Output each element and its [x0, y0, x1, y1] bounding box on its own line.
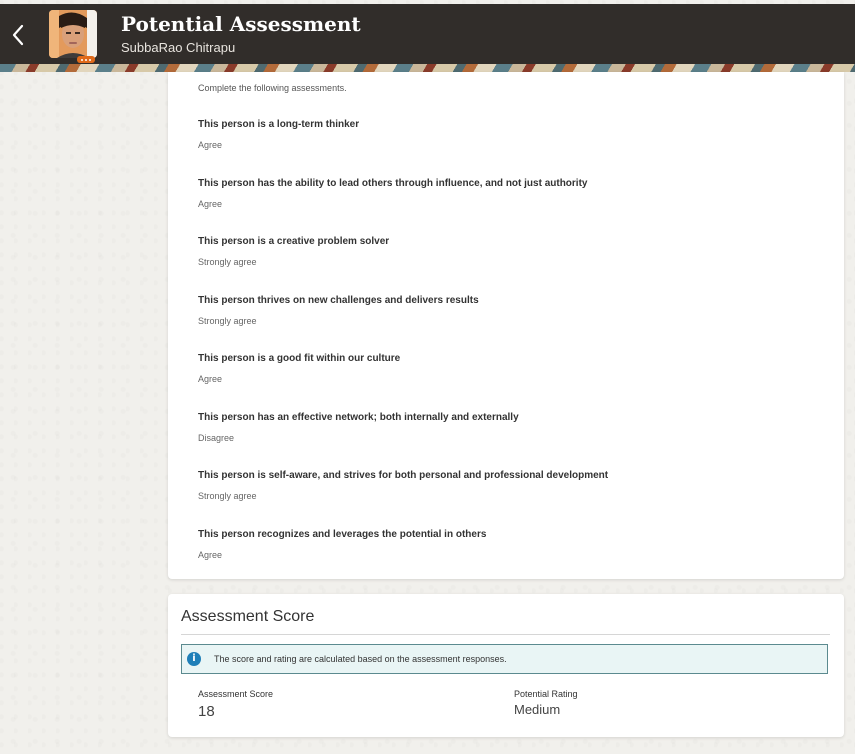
assessment-score-value: 18: [198, 703, 215, 720]
potential-rating-label: Potential Rating: [514, 689, 578, 699]
question-answer[interactable]: Agree: [198, 550, 486, 560]
potential-rating-value: Medium: [514, 702, 561, 717]
question-item: This person has an effective network; bo…: [198, 412, 519, 443]
question-answer[interactable]: Disagree: [198, 433, 519, 443]
question-item: This person is a long-term thinker Agree: [198, 119, 359, 150]
question-answer[interactable]: Strongly agree: [198, 316, 479, 326]
page-subtitle: SubbaRao Chitrapu: [121, 40, 236, 55]
question-text: This person is self-aware, and strives f…: [198, 470, 609, 481]
page-header: Potential Assessment SubbaRao Chitrapu: [0, 4, 855, 64]
divider: [181, 634, 830, 635]
assessment-score-label: Assessment Score: [198, 689, 274, 699]
question-text: This person has the ability to lead othe…: [198, 178, 588, 189]
chevron-left-icon: [12, 24, 24, 46]
info-icon: i: [187, 652, 201, 666]
page-title: Potential Assessment: [121, 12, 361, 36]
back-button[interactable]: [6, 19, 30, 51]
question-text: This person has an effective network; bo…: [198, 412, 519, 423]
avatar[interactable]: [49, 10, 97, 58]
assessment-questions-card: Complete the following assessments. This…: [168, 72, 844, 579]
question-item: This person has the ability to lead othe…: [198, 178, 587, 209]
question-item: This person is self-aware, and strives f…: [198, 470, 608, 501]
question-answer[interactable]: Agree: [198, 199, 587, 209]
info-message-text: The score and rating are calculated base…: [214, 654, 507, 664]
question-item: This person recognizes and leverages the…: [198, 529, 486, 560]
question-text: This person is a good fit within our cul…: [198, 353, 401, 364]
question-answer[interactable]: Strongly agree: [198, 491, 608, 501]
score-section-title: Assessment Score: [181, 608, 315, 625]
info-message: i The score and rating are calculated ba…: [181, 644, 828, 674]
question-item: This person is a creative problem solver…: [198, 236, 389, 267]
avatar-more-badge[interactable]: [77, 56, 95, 63]
person-photo-icon: [49, 10, 97, 58]
header-decorative-band: [0, 64, 855, 72]
question-item: This person is a good fit within our cul…: [198, 353, 400, 384]
assessment-instructions: Complete the following assessments.: [198, 83, 347, 93]
question-item: This person thrives on new challenges an…: [198, 295, 479, 326]
question-answer[interactable]: Agree: [198, 140, 359, 150]
assessment-score-card: Assessment Score i The score and rating …: [168, 594, 844, 737]
question-answer[interactable]: Agree: [198, 374, 400, 384]
question-answer[interactable]: Strongly agree: [198, 257, 389, 267]
question-text: This person is a creative problem solver: [198, 236, 390, 247]
question-text: This person is a long-term thinker: [198, 119, 360, 130]
question-text: This person recognizes and leverages the…: [198, 529, 487, 540]
question-text: This person thrives on new challenges an…: [198, 295, 479, 306]
